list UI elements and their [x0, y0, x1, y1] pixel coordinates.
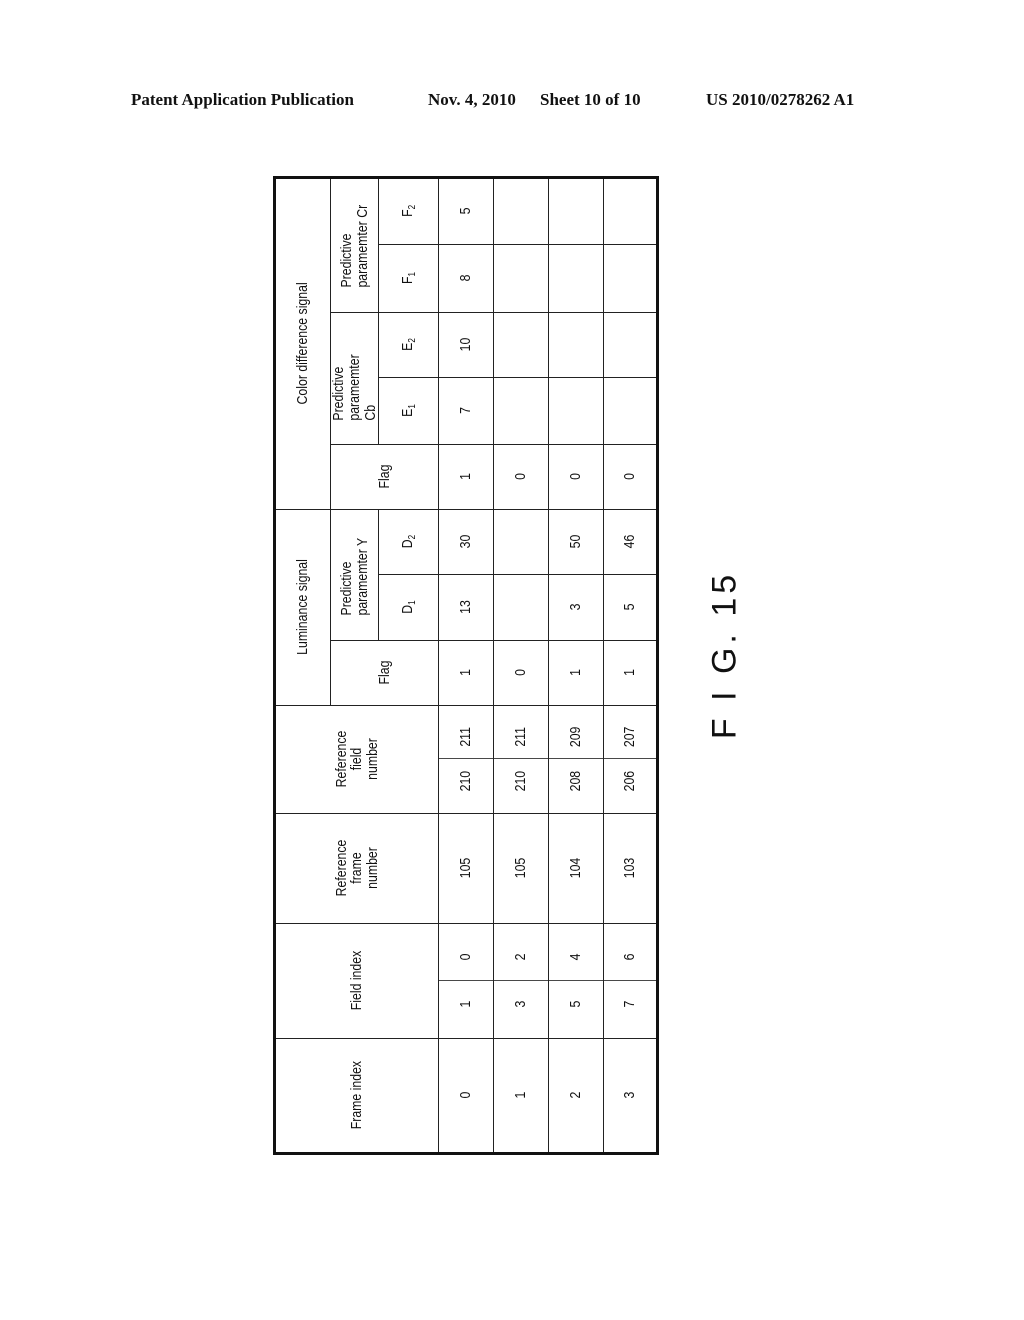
- cell-frame-index: 3: [603, 1048, 658, 1144]
- cell-f1: [548, 250, 604, 307]
- cell-e1: [603, 383, 658, 439]
- cell-f2: 5: [438, 183, 494, 239]
- header-color-difference-signal: Color difference signal: [274, 207, 331, 480]
- cell-d2: [493, 515, 549, 569]
- page-header: Patent Application Publication Nov. 4, 2…: [0, 90, 1024, 114]
- cell-e1: 7: [438, 383, 494, 439]
- header-reference-frame-number: Reference frame number: [274, 823, 439, 914]
- header-field-index: Field index: [274, 933, 439, 1029]
- table-row: 3 76 103 206 207 1 5 46 0: [603, 177, 658, 1153]
- cell-e1: [548, 383, 604, 439]
- figure-label: F I G. 15: [705, 570, 744, 740]
- cell-d1: 5: [603, 580, 658, 635]
- prediction-parameter-table: Frame index Field index Reference frame …: [273, 175, 660, 1155]
- cell-luminance-flag: 0: [493, 646, 549, 700]
- cell-luminance-flag: 1: [438, 646, 494, 700]
- patent-number: US 2010/0278262 A1: [706, 90, 855, 109]
- table-row: 0 10 105 210 211 1 13 30 1 7 10 8 5: [438, 177, 494, 1153]
- cell-f1: 8: [438, 250, 494, 307]
- cell-reference-field: 206 207: [603, 715, 658, 804]
- cell-field-index: 32: [493, 933, 549, 1029]
- cell-e2: [603, 318, 658, 372]
- header-f2: F2: [378, 183, 439, 239]
- cell-d2: 50: [548, 515, 604, 569]
- cell-luminance-flag: 1: [548, 646, 604, 700]
- header-color-flag: Flag: [330, 450, 439, 504]
- cell-e2: 10: [438, 318, 494, 372]
- cell-field-index: 54: [548, 933, 604, 1029]
- publication-label: Patent Application Publication: [131, 90, 354, 109]
- cell-reference-field: 210 211: [493, 715, 549, 804]
- table-row: 2 54 104 208 209 1 3 50 0: [548, 177, 604, 1153]
- cell-d2: 30: [438, 515, 494, 569]
- cell-reference-field: 210 211: [438, 715, 494, 804]
- cell-frame-index: 2: [548, 1048, 604, 1144]
- cell-d1: 13: [438, 580, 494, 635]
- header-frame-index: Frame index: [274, 1048, 439, 1144]
- header-f1: F1: [378, 250, 439, 307]
- header-d1: D1: [378, 580, 439, 635]
- cell-reference-frame: 104: [548, 823, 604, 914]
- cell-f2: [493, 183, 549, 239]
- cell-f1: [493, 250, 549, 307]
- header-e1: E1: [378, 383, 439, 439]
- cell-reference-frame: 105: [438, 823, 494, 914]
- cell-f2: [603, 183, 658, 239]
- table-row: 1 32 105 210 211 0 0: [493, 177, 549, 1153]
- header-e2: E2: [378, 318, 439, 372]
- cell-luminance-flag: 1: [603, 646, 658, 700]
- cell-color-flag: 1: [438, 450, 494, 504]
- cell-e2: [493, 318, 549, 372]
- cell-reference-frame: 103: [603, 823, 658, 914]
- cell-f1: [603, 250, 658, 307]
- header-predictive-parameter-cb: Predictive paramemter Cb: [330, 324, 379, 433]
- header-predictive-parameter-y: Predictive paramemter Y: [330, 521, 379, 629]
- cell-color-flag: 0: [603, 450, 658, 504]
- cell-reference-field: 208 209: [548, 715, 604, 804]
- figure-caption: F I G. 15: [700, 571, 750, 739]
- cell-e1: [493, 383, 549, 439]
- cell-d2: 46: [603, 515, 658, 569]
- header-reference-field-number: Reference field number: [274, 715, 439, 804]
- cell-color-flag: 0: [493, 450, 549, 504]
- header-d2: D2: [378, 515, 439, 569]
- cell-frame-index: 1: [493, 1048, 549, 1144]
- cell-d1: [493, 580, 549, 635]
- cell-frame-index: 0: [438, 1048, 494, 1144]
- cell-d1: 3: [548, 580, 604, 635]
- sheet-number: Sheet 10 of 10: [540, 90, 641, 109]
- cell-f2: [548, 183, 604, 239]
- header-predictive-parameter-cr: Predictive paramemter Cr: [330, 189, 379, 301]
- cell-field-index: 10: [438, 933, 494, 1029]
- header-luminance-signal: Luminance signal: [274, 527, 331, 688]
- cell-field-index: 76: [603, 933, 658, 1029]
- header-luminance-flag: Flag: [330, 646, 439, 700]
- cell-color-flag: 0: [548, 450, 604, 504]
- cell-e2: [548, 318, 604, 372]
- cell-reference-frame: 105: [493, 823, 549, 914]
- figure-table-wrapper: Frame index Field index Reference frame …: [273, 175, 660, 1155]
- publication-date: Nov. 4, 2010: [428, 90, 516, 109]
